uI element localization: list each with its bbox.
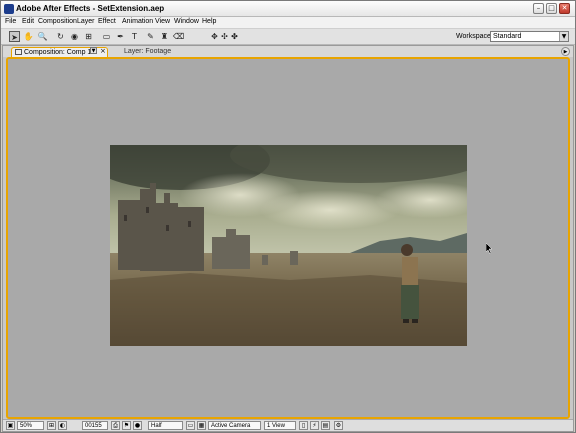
orbit-camera-tool-icon[interactable]: ◉ [69, 31, 80, 42]
composition-viewer[interactable] [6, 57, 570, 419]
minimize-button[interactable]: – [533, 3, 544, 14]
close-tab-button[interactable]: × [100, 47, 106, 55]
hand-tool-icon[interactable]: ✋ [23, 31, 34, 42]
type-tool-icon[interactable]: T [129, 31, 140, 42]
after-effects-window: Adobe After Effects - SetExtension.aep –… [0, 0, 576, 433]
window-title: Adobe After Effects - SetExtension.aep [16, 4, 165, 13]
menu-edit[interactable]: Edit [22, 18, 34, 25]
mask-visibility-icon[interactable]: ◐ [58, 421, 67, 430]
panel-tab-bar: Composition: Comp 1 ▼ × Layer: Footage ▶ [3, 46, 573, 57]
tools-panel: ➤ ✋ 🔍 ↻ ◉ ⊞ ▭ ✒ T ✎ ♜ ⌫ ✥ ✣ ✤ Workspace:… [1, 28, 575, 45]
menu-animation[interactable]: Animation [122, 18, 153, 25]
brush-tool-icon[interactable]: ✎ [145, 31, 156, 42]
pan-behind-tool-icon[interactable]: ⊞ [83, 31, 94, 42]
menu-bar: File Edit Composition Layer Effect Anima… [1, 17, 575, 28]
panel-menu-button[interactable]: ▶ [561, 47, 570, 56]
rotation-tool-icon[interactable]: ↻ [55, 31, 66, 42]
menu-composition[interactable]: Composition [38, 18, 77, 25]
tab-composition-label: Composition: Comp 1 [24, 49, 92, 56]
tab-layer[interactable]: Layer: Footage [121, 47, 201, 57]
eraser-tool-icon[interactable]: ⌫ [173, 31, 184, 42]
mouse-pointer-icon [486, 243, 493, 254]
chevron-down-icon: ▼ [559, 32, 568, 41]
menu-layer[interactable]: Layer [77, 18, 95, 25]
camera-view-dropdown[interactable]: Active Camera [208, 421, 261, 430]
current-time-field[interactable]: 00155 [82, 421, 108, 430]
workspace-value: Standard [493, 33, 522, 40]
region-of-interest-icon[interactable]: ▭ [186, 421, 195, 430]
title-bar: Adobe After Effects - SetExtension.aep –… [1, 1, 575, 17]
always-preview-icon[interactable]: ▣ [6, 421, 15, 430]
show-channel-icon[interactable]: ● [133, 421, 142, 430]
view-layout-dropdown[interactable]: 1 View [264, 421, 296, 430]
menu-view[interactable]: View [155, 18, 170, 25]
maximize-button[interactable]: □ [546, 3, 557, 14]
show-snapshot-icon[interactable]: ⚑ [122, 421, 131, 430]
menu-window[interactable]: Window [174, 18, 199, 25]
transparency-grid-icon[interactable]: ▦ [197, 421, 206, 430]
fast-previews-icon[interactable]: ⚡ [310, 421, 319, 430]
composition-panel: Composition: Comp 1 ▼ × Layer: Footage ▶ [2, 45, 574, 432]
flowchart-icon[interactable]: ⚙ [334, 421, 343, 430]
mask-tool-icon[interactable]: ▭ [101, 31, 112, 42]
magnification-dropdown[interactable]: 50% [17, 421, 44, 430]
zoom-tool-icon[interactable]: 🔍 [37, 31, 48, 42]
desert-castle-scene [110, 145, 467, 346]
timeline-icon[interactable]: ▤ [321, 421, 330, 430]
pixel-aspect-icon[interactable]: ▯ [299, 421, 308, 430]
workspace-dropdown[interactable]: Standard ▼ [490, 31, 569, 42]
menu-help[interactable]: Help [202, 18, 216, 25]
resolution-dropdown[interactable]: Half [148, 421, 183, 430]
pen-tool-icon[interactable]: ✒ [115, 31, 126, 42]
composition-menu-button[interactable]: ▼ [90, 47, 97, 54]
title-action-safe-icon[interactable]: ⊞ [47, 421, 56, 430]
selection-tool-icon[interactable]: ➤ [9, 31, 20, 42]
viewer-controls-bar: ▣ 50% ⊞ ◐ 00155 ⎙ ⚑ ● Half ▭ ▦ Active Ca… [3, 419, 573, 431]
composition-icon [15, 49, 22, 56]
menu-effect[interactable]: Effect [98, 18, 116, 25]
clone-stamp-tool-icon[interactable]: ♜ [159, 31, 170, 42]
snapshot-icon[interactable]: ⎙ [111, 421, 120, 430]
close-window-button[interactable]: ✕ [559, 3, 570, 14]
menu-file[interactable]: File [5, 18, 16, 25]
workspace-label: Workspace: [456, 33, 493, 40]
after-effects-app-icon [4, 4, 14, 14]
view-axis-icon[interactable]: ✤ [229, 31, 240, 42]
composition-frame-image [110, 145, 467, 346]
